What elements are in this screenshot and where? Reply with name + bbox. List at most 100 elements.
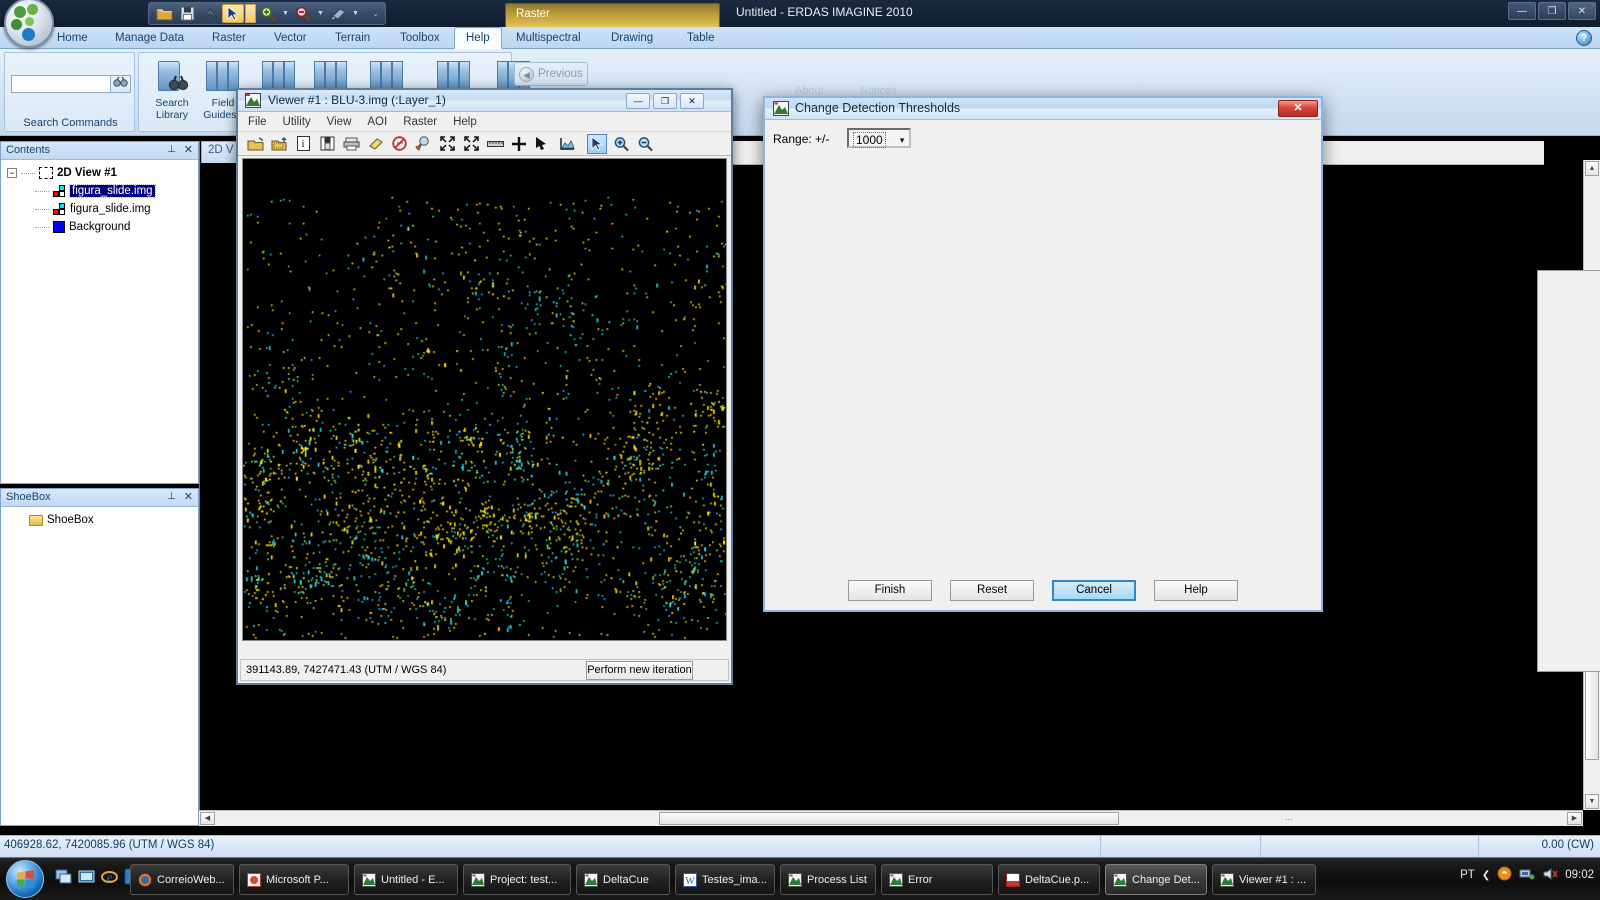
contextual-tab-raster[interactable]: Raster [505,3,720,27]
chevron-down-icon[interactable]: ▼ [898,136,906,145]
qat-open-icon[interactable] [153,4,175,23]
cancel-button[interactable]: Cancel [1052,580,1136,601]
qat-zoom-out-icon[interactable] [292,4,314,23]
internet-explorer-icon[interactable]: e [101,868,118,885]
menu-help[interactable]: Help [453,116,477,128]
fit-window-icon[interactable] [461,134,481,154]
volume-mute-icon[interactable] [1542,867,1558,884]
select-arrow-icon[interactable] [587,133,607,154]
perform-new-iteration-button[interactable]: Perform new iteration [586,661,693,680]
qat-overflow-icon[interactable]: ⌄ [370,4,381,23]
tab-vector[interactable]: Vector [263,27,318,49]
task-correioweb[interactable]: CorreioWeb... [130,864,234,895]
help-button[interactable]: Help [1154,580,1238,601]
task-error[interactable]: Error [881,864,993,895]
pin-icon[interactable]: ⊥ [167,491,176,502]
profile-chart-icon[interactable] [557,134,577,154]
antivirus-icon[interactable] [1497,866,1512,884]
qat-save-icon[interactable] [176,4,198,23]
close-button[interactable]: ✕ [1568,2,1596,20]
viewer-window[interactable]: Viewer #1 : BLU-3.img (:Layer_1) — ❐ ✕ F… [236,88,733,685]
task-change-detection[interactable]: Change Det... [1105,864,1207,895]
open-file-icon[interactable] [245,134,265,154]
save-icon[interactable] [317,134,337,154]
menu-utility[interactable]: Utility [283,116,311,128]
expander-icon[interactable]: − [7,168,17,178]
viewer-maximize-button[interactable]: ❐ [653,93,677,109]
tab-help[interactable]: Help [454,27,502,49]
qat-zoom-in-icon[interactable] [257,4,279,23]
flip-windows-icon[interactable] [78,868,95,885]
scroll-down-arrow-icon[interactable]: ▼ [1585,794,1599,809]
windows-start-icon[interactable] [6,860,44,898]
tab-drawing[interactable]: Drawing [600,27,664,49]
restore-button[interactable]: ❐ [1538,2,1566,20]
list-item[interactable]: figura_slide.img [7,182,198,200]
task-viewer-1[interactable]: Viewer #1 : ... [1212,864,1316,895]
scroll-up-arrow-icon[interactable]: ▲ [1585,161,1599,176]
scroll-left-arrow-icon[interactable]: ◀ [200,812,215,825]
eraser-icon[interactable] [365,134,385,154]
menu-aoi[interactable]: AOI [367,116,387,128]
search-input[interactable] [11,75,111,93]
inquire-cursor-icon[interactable] [413,134,433,154]
scroll-right-arrow-icon[interactable]: ▶ [1567,812,1582,825]
qat-pan-dropdown-icon[interactable]: ▼ [350,4,361,23]
pointer-tool-icon[interactable] [533,134,553,154]
view-tab-2d[interactable]: 2D V [201,141,241,163]
tab-terrain[interactable]: Terrain [324,27,381,49]
crosshair-icon[interactable] [509,134,529,154]
chevron-left-icon[interactable]: ❮ [1482,870,1490,881]
tab-manage-data[interactable]: Manage Data [104,27,195,49]
viewer-image-canvas[interactable] [242,158,727,641]
menu-raster[interactable]: Raster [403,116,437,128]
qat-pan-icon[interactable] [327,4,349,23]
print-icon[interactable] [341,134,361,154]
change-detection-thresholds-dialog[interactable]: Change Detection Thresholds ✕ Range: +/-… [763,96,1600,672]
qat-select-arrow-icon[interactable] [222,4,244,23]
zoom-in-icon[interactable] [611,134,631,154]
network-icon[interactable] [1519,867,1535,884]
task-deltacue-pdf[interactable]: DeltaCue.p... [998,864,1100,895]
viewer-close-button[interactable]: ✕ [680,93,704,109]
qat-undo-icon[interactable] [199,4,221,23]
horizontal-scroll-thumb[interactable] [659,812,1119,825]
qat-zoomout-dropdown-icon[interactable]: ▼ [315,4,326,23]
list-item[interactable]: figura_slide.img [7,200,198,218]
list-item[interactable]: − 2D View #1 [7,164,198,182]
tab-toolbox[interactable]: Toolbox [389,27,451,49]
tab-raster[interactable]: Raster [201,27,257,49]
open-new-icon[interactable] [269,134,289,154]
help-icon[interactable]: ? [1576,30,1592,46]
main-horizontal-scrollbar[interactable]: ◀ ⋯ ▶ [199,810,1583,826]
measure-icon[interactable] [485,134,505,154]
task-project-test[interactable]: Project: test... [463,864,571,895]
tray-language[interactable]: PT [1460,869,1475,881]
pin-icon[interactable]: ⊥ [167,144,176,155]
finish-button[interactable]: Finish [848,580,932,601]
minimize-button[interactable]: — [1508,2,1536,20]
task-deltacue[interactable]: DeltaCue [576,864,670,895]
task-microsoft-powerpoint[interactable]: Microsoft P... [239,864,349,895]
menu-file[interactable]: File [248,116,267,128]
tab-home[interactable]: Home [46,27,99,49]
menu-view[interactable]: View [327,116,352,128]
qat-zoomin-dropdown-icon[interactable]: ▼ [280,4,291,23]
tab-multispectral[interactable]: Multispectral [505,27,592,49]
dialog-close-button[interactable]: ✕ [1278,100,1318,117]
range-select[interactable]: 1000 ▼ [847,128,911,148]
image-info-icon[interactable]: i [293,134,313,154]
close-icon[interactable]: ✕ [184,490,193,503]
zoom-to-fit-icon[interactable] [437,134,457,154]
zoom-out-icon[interactable] [635,134,655,154]
binoculars-icon[interactable] [111,75,131,93]
show-desktop-icon[interactable] [55,868,72,885]
list-item[interactable]: ShoeBox [7,511,198,529]
application-menu-orb[interactable] [4,0,54,48]
viewer-minimize-button[interactable]: — [626,93,650,109]
task-testes-ima[interactable]: W Testes_ima... [675,864,775,895]
qat-select-dropdown-icon[interactable]: ▼ [245,4,256,23]
taskbar-clock[interactable]: 09:02 [1565,869,1594,881]
clear-view-icon[interactable] [389,134,409,154]
reset-button[interactable]: Reset [950,580,1034,601]
